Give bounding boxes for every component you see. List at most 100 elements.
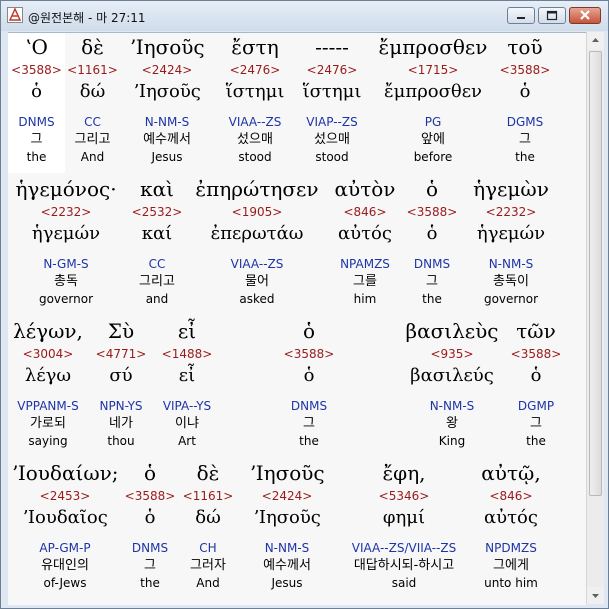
strong-number[interactable]: <3588> <box>122 487 178 505</box>
morphology-code[interactable]: DNMS <box>8 113 65 131</box>
close-icon <box>580 10 590 20</box>
word-block[interactable]: ἔστη <2476> ἵστημι VIAA--ZS 섰으매 stood <box>214 33 296 165</box>
strong-number[interactable]: <2476> <box>214 61 296 79</box>
strong-number[interactable]: <1161> <box>65 61 120 79</box>
morphology-code[interactable]: VIAA--ZS <box>214 113 296 131</box>
title-bar[interactable]: @원전본해 - 마 27:11 <box>1 1 608 31</box>
minimize-button[interactable] <box>507 7 535 24</box>
morphology-code[interactable]: N-NM-S <box>458 255 564 273</box>
word-block[interactable]: Σὺ <4771> σύ NPN-YS 네가 thou <box>88 317 154 449</box>
strong-number[interactable]: <1161> <box>178 487 238 505</box>
morphology-code[interactable]: VIAP--ZS <box>296 113 368 131</box>
strong-number[interactable]: <3004> <box>8 345 88 363</box>
lemma: ἡγεμών <box>31 223 101 244</box>
word-block[interactable]: ἡγεμὼν <2232> ἡγεμών N-NM-S 총독이 governor <box>458 175 564 307</box>
word-block[interactable]: εἶ <1488> εἶ VIPA--YS 이냐 Art <box>154 317 220 449</box>
english-gloss: Art <box>178 434 196 448</box>
strong-number[interactable]: <846> <box>324 203 406 221</box>
strong-number[interactable]: <3588> <box>406 203 458 221</box>
lemma: βασιλεύς <box>410 365 494 386</box>
morphology-code[interactable]: N-GM-S <box>8 255 124 273</box>
word-block[interactable]: δὲ <1161> δώ CC 그리고 And <box>65 33 120 165</box>
strong-number[interactable]: <2532> <box>124 203 190 221</box>
greek-word: βασιλεὺς <box>405 319 499 343</box>
word-block[interactable]: ----- <2476> ἵστημι VIAP--ZS 섰으매 stood <box>296 33 368 165</box>
word-block[interactable]: λέγων, <3004> λέγω VPPANM-S 가로되 saying <box>8 317 88 449</box>
word-block[interactable]: ʽΟ <3588> ὁ DNMS 그 the <box>8 33 65 165</box>
lemma: ὁ <box>31 81 42 102</box>
strong-number[interactable]: <2476> <box>296 61 368 79</box>
word-block[interactable]: τῶν <3588> ὁ DGMP 그 the <box>506 317 566 449</box>
word-block[interactable]: ἡγεμόνος· <2232> ἡγεμών N-GM-S 총독 govern… <box>8 175 124 307</box>
word-block[interactable]: αὐτῷ, <846> αὐτός NPDMZS 그에게 unto him <box>472 459 550 591</box>
lemma: ὁ <box>303 365 315 386</box>
morphology-code[interactable]: CC <box>65 113 120 131</box>
strong-number[interactable]: <935> <box>398 345 506 363</box>
strong-number[interactable]: <2232> <box>458 203 564 221</box>
scroll-down-button[interactable] <box>587 587 604 604</box>
interlinear-text-panel[interactable]: ʽΟ <3588> ὁ DNMS 그 the δὲ <1161> δώ CC 그… <box>8 32 586 605</box>
word-block[interactable]: ʼΙουδαίων; <2453> ʼΙουδαῖος AP-GM-P 유대인의… <box>8 459 122 591</box>
word-block[interactable]: τοῦ <3588> ὁ DGMS 그 the <box>498 33 552 165</box>
vertical-scrollbar[interactable] <box>586 32 604 604</box>
morphology-code[interactable]: NPDMZS <box>472 539 550 557</box>
morphology-code[interactable]: DNMS <box>220 397 398 415</box>
word-block[interactable]: ἔφη, <5346> φημί VIAA--ZS/VIIA--ZS 대답하시되… <box>336 459 472 591</box>
morphology-code[interactable]: VPPANM-S <box>8 397 88 415</box>
morphology-code[interactable]: DGMS <box>498 113 552 131</box>
word-block[interactable]: ὁ <3588> ὁ DNMS 그 the <box>406 175 458 307</box>
scrollbar-thumb[interactable] <box>589 51 602 496</box>
strong-number[interactable]: <5346> <box>336 487 472 505</box>
morphology-code[interactable]: NPAMZS <box>324 255 406 273</box>
lemma: λέγω <box>24 365 72 386</box>
korean-gloss: 그 <box>30 132 43 147</box>
greek-word: δὲ <box>196 461 220 485</box>
strong-number[interactable]: <2424> <box>120 61 214 79</box>
strong-number[interactable]: <3588> <box>220 345 398 363</box>
lemma: ʼΙησοῦς <box>253 507 321 528</box>
morphology-code[interactable]: NPN-YS <box>88 397 154 415</box>
strong-number[interactable]: <2232> <box>8 203 124 221</box>
word-block[interactable]: ʼΙησοῦς <2424> ʼΙησοῦς N-NM-S 예수께서 Jesus <box>120 33 214 165</box>
maximize-button[interactable] <box>538 7 566 24</box>
greek-word: καὶ <box>140 177 174 201</box>
morphology-code[interactable]: N-NM-S <box>238 539 336 557</box>
morphology-code[interactable]: VIAA--ZS <box>190 255 324 273</box>
lemma: σύ <box>109 365 133 386</box>
word-block[interactable]: ὁ <3588> ὁ DNMS 그 the <box>122 459 178 591</box>
korean-gloss: 예수께서 <box>263 558 311 573</box>
morphology-code[interactable]: DNMS <box>406 255 458 273</box>
strong-number[interactable]: <3588> <box>8 61 65 79</box>
strong-number[interactable]: <846> <box>472 487 550 505</box>
strong-number[interactable]: <2453> <box>8 487 122 505</box>
word-block[interactable]: ὁ <3588> ὁ DNMS 그 the <box>220 317 398 449</box>
morphology-code[interactable]: DGMP <box>506 397 566 415</box>
strong-number[interactable]: <3588> <box>498 61 552 79</box>
strong-number[interactable]: <1488> <box>154 345 220 363</box>
minimize-icon <box>517 17 525 19</box>
strong-number[interactable]: <3588> <box>506 345 566 363</box>
strong-number[interactable]: <1715> <box>368 61 498 79</box>
strong-number[interactable]: <2424> <box>238 487 336 505</box>
morphology-code[interactable]: PG <box>368 113 498 131</box>
morphology-code[interactable]: N-NM-S <box>120 113 214 131</box>
word-block[interactable]: ἐπηρώτησεν <1905> ἐπερωτάω VIAA--ZS 물어 a… <box>190 175 324 307</box>
lemma: ἡγεμών <box>476 223 546 244</box>
morphology-code[interactable]: VIAA--ZS/VIIA--ZS <box>336 539 472 557</box>
morphology-code[interactable]: DNMS <box>122 539 178 557</box>
word-block[interactable]: βασιλεὺς <935> βασιλεύς N-NM-S 왕 King <box>398 317 506 449</box>
close-button[interactable] <box>569 7 601 24</box>
morphology-code[interactable]: CH <box>178 539 238 557</box>
morphology-code[interactable]: AP-GM-P <box>8 539 122 557</box>
morphology-code[interactable]: VIPA--YS <box>154 397 220 415</box>
strong-number[interactable]: <1905> <box>190 203 324 221</box>
word-block[interactable]: αὐτὸν <846> αὐτός NPAMZS 그를 him <box>324 175 406 307</box>
scroll-up-button[interactable] <box>587 32 604 49</box>
word-block[interactable]: δὲ <1161> δώ CH 그러자 And <box>178 459 238 591</box>
morphology-code[interactable]: CC <box>124 255 190 273</box>
morphology-code[interactable]: N-NM-S <box>398 397 506 415</box>
word-block[interactable]: ʼΙησοῦς <2424> ʼΙησοῦς N-NM-S 예수께서 Jesus <box>238 459 336 591</box>
word-block[interactable]: καὶ <2532> καί CC 그리고 and <box>124 175 190 307</box>
strong-number[interactable]: <4771> <box>88 345 154 363</box>
word-block[interactable]: ἔμπροσθεν <1715> ἔμπροσθεν PG 앞에 before <box>368 33 498 165</box>
